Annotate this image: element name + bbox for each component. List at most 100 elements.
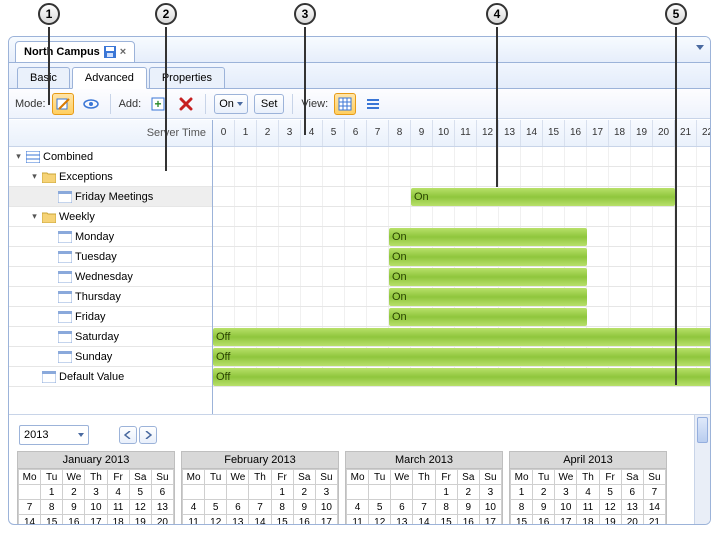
- schedule-bar[interactable]: Off: [213, 348, 710, 366]
- schedule-bar[interactable]: On: [389, 288, 587, 306]
- calendar-day[interactable]: 5: [369, 500, 391, 515]
- tree-row[interactable]: Friday Meetings: [9, 187, 212, 207]
- tree-row[interactable]: Thursday: [9, 287, 212, 307]
- calendar-day[interactable]: 5: [129, 485, 151, 500]
- calendar-day[interactable]: 13: [391, 515, 413, 525]
- calendar-day[interactable]: 8: [41, 500, 63, 515]
- calendar-day[interactable]: 17: [315, 515, 337, 525]
- expand-toggle-icon[interactable]: ▾: [29, 211, 40, 222]
- view-list-button[interactable]: [362, 93, 384, 115]
- document-tab[interactable]: North Campus ×: [15, 41, 135, 63]
- calendar-day[interactable]: 11: [183, 515, 205, 525]
- calendar-day[interactable]: 17: [479, 515, 501, 525]
- calendar-day[interactable]: 21: [643, 515, 665, 525]
- tree-row[interactable]: Default Value: [9, 367, 212, 387]
- tab-properties[interactable]: Properties: [149, 67, 225, 89]
- calendar-day[interactable]: 5: [599, 485, 621, 500]
- schedule-bar[interactable]: On: [389, 308, 587, 326]
- calendar-day[interactable]: 7: [19, 500, 41, 515]
- calendar-day[interactable]: 6: [621, 485, 643, 500]
- schedule-bar[interactable]: On: [389, 248, 587, 266]
- calendar-day[interactable]: 14: [643, 500, 665, 515]
- next-button[interactable]: [139, 426, 157, 444]
- calendar-day[interactable]: 10: [85, 500, 107, 515]
- calendar-day[interactable]: 9: [293, 500, 315, 515]
- mode-edit-button[interactable]: [52, 93, 74, 115]
- timeline-row[interactable]: Off: [213, 327, 710, 347]
- calendar-day[interactable]: 1: [271, 485, 293, 500]
- schedule-bar[interactable]: Off: [213, 368, 710, 386]
- calendar-day[interactable]: 19: [599, 515, 621, 525]
- calendar-day[interactable]: 12: [205, 515, 227, 525]
- view-grid-button[interactable]: [334, 93, 356, 115]
- calendar-day[interactable]: 18: [577, 515, 599, 525]
- timeline-row[interactable]: On: [213, 227, 710, 247]
- calendar-day[interactable]: 14: [413, 515, 435, 525]
- timeline-row[interactable]: On: [213, 247, 710, 267]
- calendar-day[interactable]: 16: [533, 515, 555, 525]
- calendar-day[interactable]: 16: [63, 515, 85, 525]
- calendar-day[interactable]: 9: [457, 500, 479, 515]
- save-icon[interactable]: [104, 46, 116, 58]
- calendar-day[interactable]: 8: [435, 500, 457, 515]
- timeline-row[interactable]: On: [213, 287, 710, 307]
- calendar-day[interactable]: 10: [315, 500, 337, 515]
- schedule-bar[interactable]: On: [389, 268, 587, 286]
- calendar-day[interactable]: 17: [555, 515, 577, 525]
- calendar-day[interactable]: 8: [271, 500, 293, 515]
- tab-overflow-icon[interactable]: [696, 45, 704, 50]
- expand-toggle-icon[interactable]: ▾: [29, 171, 40, 182]
- calendar-day[interactable]: 9: [63, 500, 85, 515]
- calendar-day[interactable]: 7: [249, 500, 271, 515]
- calendar-day[interactable]: 11: [347, 515, 369, 525]
- calendar-day[interactable]: 14: [249, 515, 271, 525]
- calendar-day[interactable]: 15: [511, 515, 533, 525]
- tree-row[interactable]: Friday: [9, 307, 212, 327]
- calendar-day[interactable]: 5: [205, 500, 227, 515]
- calendar-day[interactable]: 2: [533, 485, 555, 500]
- tree-row[interactable]: Saturday: [9, 327, 212, 347]
- calendar-day[interactable]: 6: [227, 500, 249, 515]
- calendar-day[interactable]: 13: [151, 500, 173, 515]
- calendar-day[interactable]: 3: [85, 485, 107, 500]
- calendar-day[interactable]: 10: [479, 500, 501, 515]
- calendar-day[interactable]: 18: [107, 515, 129, 525]
- calendar-day[interactable]: 11: [577, 500, 599, 515]
- calendar-day[interactable]: 9: [533, 500, 555, 515]
- mode-value-dropdown[interactable]: On: [214, 94, 248, 114]
- calendar-day[interactable]: 20: [151, 515, 173, 525]
- tab-advanced[interactable]: Advanced: [72, 67, 147, 89]
- scrollbar[interactable]: [694, 415, 710, 524]
- calendar-day[interactable]: 13: [621, 500, 643, 515]
- calendar-day[interactable]: 2: [457, 485, 479, 500]
- tree-row[interactable]: Tuesday: [9, 247, 212, 267]
- schedule-bar[interactable]: On: [389, 228, 587, 246]
- timeline-row[interactable]: On: [213, 187, 710, 207]
- calendar-day[interactable]: 6: [151, 485, 173, 500]
- calendar-day[interactable]: 6: [391, 500, 413, 515]
- calendar-day[interactable]: 4: [347, 500, 369, 515]
- calendar-day[interactable]: 7: [413, 500, 435, 515]
- timeline-row[interactable]: [213, 147, 710, 167]
- calendar-day[interactable]: 12: [129, 500, 151, 515]
- calendar-day[interactable]: 19: [129, 515, 151, 525]
- calendar-day[interactable]: 15: [435, 515, 457, 525]
- tree-row[interactable]: Monday: [9, 227, 212, 247]
- calendar-day[interactable]: 4: [183, 500, 205, 515]
- tree-row[interactable]: ▾Weekly: [9, 207, 212, 227]
- year-dropdown[interactable]: 2013: [19, 425, 89, 445]
- calendar-day[interactable]: 2: [293, 485, 315, 500]
- calendar-day[interactable]: 12: [369, 515, 391, 525]
- calendar-day[interactable]: 4: [107, 485, 129, 500]
- tree-row[interactable]: ▾Exceptions: [9, 167, 212, 187]
- timeline-row[interactable]: On: [213, 307, 710, 327]
- calendar-day[interactable]: 13: [227, 515, 249, 525]
- calendar-day[interactable]: 1: [41, 485, 63, 500]
- calendar-day[interactable]: 7: [643, 485, 665, 500]
- calendar-day[interactable]: 3: [479, 485, 501, 500]
- schedule-bar[interactable]: On: [411, 188, 675, 206]
- prev-button[interactable]: [119, 426, 137, 444]
- delete-item-button[interactable]: [175, 93, 197, 115]
- calendar-day[interactable]: 15: [41, 515, 63, 525]
- set-button[interactable]: Set: [254, 94, 285, 114]
